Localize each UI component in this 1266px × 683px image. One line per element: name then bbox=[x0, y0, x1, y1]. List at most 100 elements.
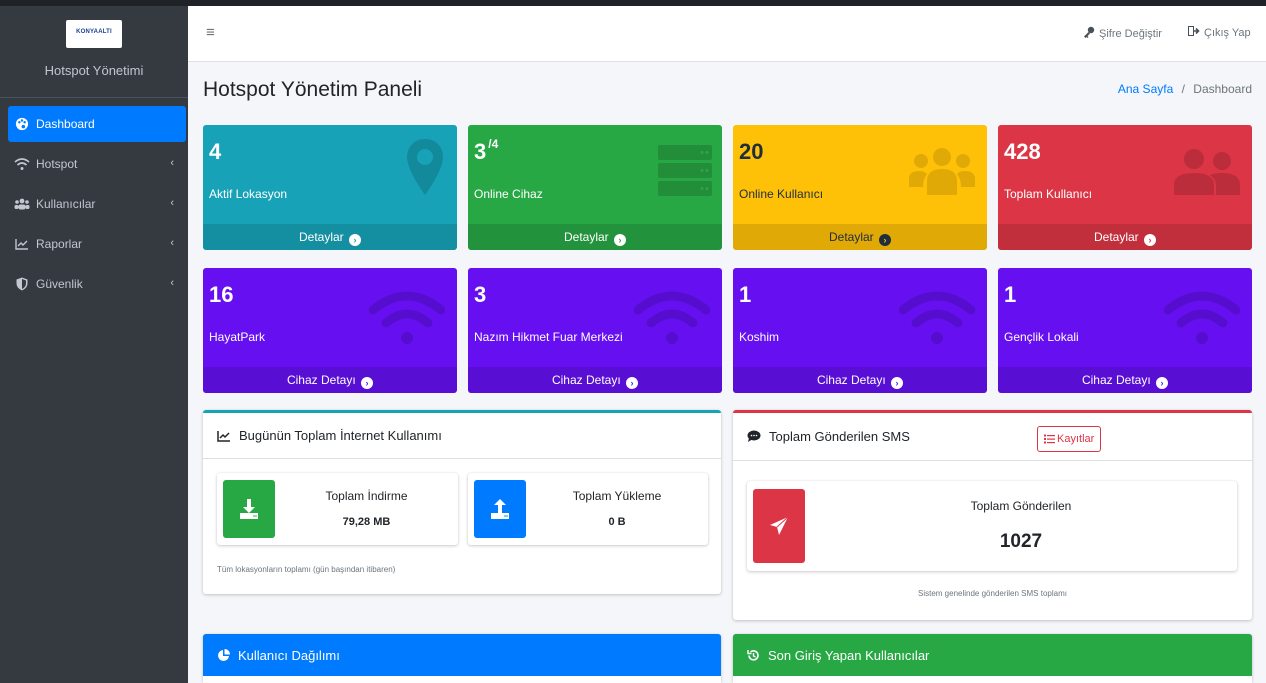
stat-details-link[interactable]: Detaylar › bbox=[733, 224, 987, 250]
user-distribution-card: Kullanıcı Dağılımı bbox=[203, 634, 721, 683]
sidebar-item-kullanicilar[interactable]: Kullanıcılar ‹ bbox=[8, 186, 186, 222]
arrow-circle-right-icon: › bbox=[614, 234, 627, 246]
location-name: Nazım Hikmet Fuar Merkezi bbox=[474, 330, 623, 344]
arrow-circle-right-icon: › bbox=[891, 377, 904, 389]
upload-label: Toplam Yükleme bbox=[572, 489, 662, 503]
download-icon bbox=[223, 480, 275, 538]
chart-pie-icon bbox=[217, 648, 230, 662]
stat-box-online-kullanici: 20 Online Kullanıcı Detaylar › bbox=[733, 125, 987, 250]
change-password-link[interactable]: Şifre Değiştir bbox=[1083, 26, 1162, 41]
chevron-left-icon: ‹ bbox=[170, 157, 174, 169]
internet-usage-note: Tüm lokasyonların toplamı (gün başından … bbox=[217, 565, 396, 574]
sidebar: KONYAALTI Hotspot Yönetimi Dashboard Hot… bbox=[0, 6, 188, 683]
sms-note: Sistem genelinde gönderilen SMS toplamı bbox=[918, 589, 1067, 598]
upload-info-box: Toplam Yükleme 0 B bbox=[468, 473, 708, 545]
chart-line-icon bbox=[14, 236, 30, 252]
sidebar-nav: Dashboard Hotspot ‹ Kullanıcılar ‹ Rapor… bbox=[0, 98, 188, 302]
recent-logins-card: Son Giriş Yapan Kullanıcılar bbox=[733, 634, 1252, 683]
breadcrumb-separator: / bbox=[1181, 82, 1185, 96]
records-button[interactable]: Kayıtlar bbox=[1037, 426, 1102, 452]
stat-footer-label: Detaylar bbox=[298, 230, 344, 244]
brand-title: Hotspot Yönetimi bbox=[44, 63, 144, 78]
download-label: Toplam İndirme bbox=[325, 489, 408, 503]
sms-total-label: Toplam Gönderilen bbox=[970, 499, 1072, 513]
device-details-link[interactable]: Cihaz Detayı › bbox=[733, 367, 987, 393]
sidebar-item-guvenlik[interactable]: Güvenlik ‹ bbox=[8, 266, 186, 302]
change-password-label: Şifre Değiştir bbox=[1099, 27, 1162, 40]
stat-value: 428 bbox=[1004, 139, 1041, 164]
card-body bbox=[203, 676, 721, 683]
records-button-label: Kayıtlar bbox=[1057, 433, 1095, 445]
card-header: Kullanıcı Dağılımı bbox=[203, 634, 721, 676]
arrow-circle-right-icon: › bbox=[1156, 377, 1169, 389]
location-footer-label: Cihaz Detayı bbox=[551, 373, 621, 387]
device-details-link[interactable]: Cihaz Detayı › bbox=[998, 367, 1252, 393]
location-box-genclik-lokali: 1 Gençlik Lokali Cihaz Detayı › bbox=[998, 268, 1252, 393]
sidebar-item-hotspot[interactable]: Hotspot ‹ bbox=[8, 146, 186, 182]
card-title: Toplam Gönderilen SMS bbox=[769, 429, 910, 444]
shield-icon bbox=[14, 276, 30, 292]
chevron-left-icon: ‹ bbox=[170, 277, 174, 289]
sidebar-item-dashboard[interactable]: Dashboard bbox=[8, 106, 186, 142]
comment-icon bbox=[747, 430, 761, 443]
sidebar-item-label: Kullanıcılar bbox=[36, 197, 96, 211]
location-footer-label: Cihaz Detayı bbox=[1081, 373, 1151, 387]
paper-plane-icon bbox=[753, 489, 805, 563]
stat-box-toplam-kullanici: 428 Toplam Kullanıcı Detaylar › bbox=[998, 125, 1252, 250]
history-icon bbox=[747, 649, 760, 662]
wifi-icon bbox=[14, 156, 30, 172]
chevron-left-icon: ‹ bbox=[170, 237, 174, 249]
logout-link[interactable]: Çıkış Yap bbox=[1188, 26, 1251, 39]
arrow-circle-right-icon: › bbox=[626, 377, 639, 389]
server-icon bbox=[658, 145, 712, 202]
location-device-count: 3 bbox=[474, 282, 487, 307]
brand[interactable]: KONYAALTI Hotspot Yönetimi bbox=[0, 6, 188, 98]
brand-logo-text: KONYAALTI bbox=[76, 29, 112, 35]
sms-total-value: 1027 bbox=[999, 531, 1043, 552]
sms-card: Toplam Gönderilen SMS Kayıtlar Toplam Gö… bbox=[733, 410, 1252, 620]
breadcrumb-current: Dashboard bbox=[1193, 82, 1252, 96]
breadcrumb-home-link[interactable]: Ana Sayfa bbox=[1118, 82, 1173, 96]
users-icon bbox=[14, 196, 30, 212]
upload-icon bbox=[474, 480, 526, 538]
stat-details-link[interactable]: Detaylar › bbox=[998, 224, 1252, 250]
location-footer-label: Cihaz Detayı bbox=[816, 373, 886, 387]
sidebar-item-label: Hotspot bbox=[36, 157, 78, 171]
wifi-icon bbox=[633, 288, 711, 351]
stat-details-link[interactable]: Detaylar › bbox=[203, 224, 457, 250]
logout-label: Çıkış Yap bbox=[1204, 26, 1251, 39]
location-device-count: 1 bbox=[739, 282, 752, 307]
key-icon bbox=[1083, 26, 1095, 41]
card-title: Bugünün Toplam İnternet Kullanımı bbox=[239, 428, 442, 443]
stat-box-aktif-lokasyon: 4 Aktif Lokasyon Detaylar › bbox=[203, 125, 457, 250]
card-title: Son Giriş Yapan Kullanıcılar bbox=[768, 647, 930, 663]
sidebar-item-raporlar[interactable]: Raporlar ‹ bbox=[8, 226, 186, 262]
card-header: Bugünün Toplam İnternet Kullanımı bbox=[203, 413, 721, 459]
location-name: HayatPark bbox=[209, 330, 266, 344]
palette-icon bbox=[14, 116, 30, 132]
chart-area-icon bbox=[217, 430, 231, 442]
sign-out-icon bbox=[1188, 26, 1200, 39]
breadcrumb: Ana Sayfa / Dashboard bbox=[1118, 82, 1252, 96]
wifi-icon bbox=[898, 288, 976, 351]
stat-label: Online Kullanıcı bbox=[739, 187, 824, 201]
upload-value: 0 B bbox=[608, 516, 626, 528]
stat-footer-label: Detaylar bbox=[828, 230, 874, 244]
card-header: Son Giriş Yapan Kullanıcılar bbox=[733, 634, 1252, 676]
location-name: Gençlik Lokali bbox=[1004, 330, 1079, 344]
stat-value: 4 bbox=[209, 139, 222, 164]
location-box-hayatpark: 16 HayatPark Cihaz Detayı › bbox=[203, 268, 457, 393]
sidebar-item-label: Güvenlik bbox=[36, 277, 83, 291]
device-details-link[interactable]: Cihaz Detayı › bbox=[203, 367, 457, 393]
card-title: Kullanıcı Dağılımı bbox=[238, 647, 340, 663]
stat-details-link[interactable]: Detaylar › bbox=[468, 224, 722, 250]
user-friends-icon bbox=[1174, 147, 1240, 200]
stat-label: Online Cihaz bbox=[474, 187, 543, 201]
card-body bbox=[733, 676, 1252, 683]
menu-toggle-icon[interactable]: ≡ bbox=[206, 24, 215, 41]
location-device-count: 1 bbox=[1004, 282, 1017, 307]
chevron-left-icon: ‹ bbox=[170, 197, 174, 209]
arrow-circle-right-icon: › bbox=[879, 234, 892, 246]
location-box-koshim: 1 Koshim Cihaz Detayı › bbox=[733, 268, 987, 393]
device-details-link[interactable]: Cihaz Detayı › bbox=[468, 367, 722, 393]
